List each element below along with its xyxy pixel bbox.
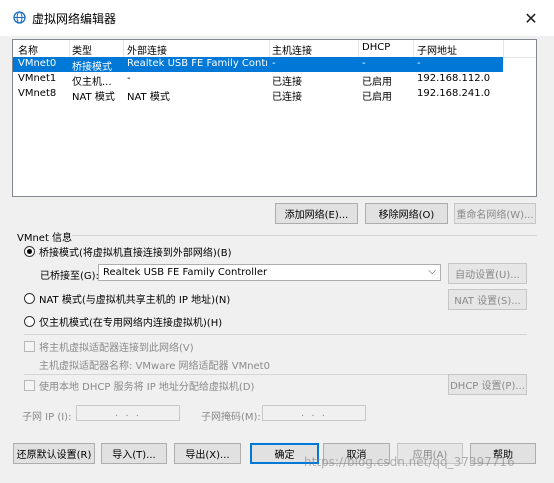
vmnet-info-group-label: VMnet 信息 [17,233,73,244]
cell-dhcp: - [362,58,366,69]
cell-type: NAT 模式 [72,92,115,103]
column-header-type[interactable]: 类型 [72,42,92,57]
subnet-ip-field[interactable]: . . . [76,405,180,421]
bridged-to-select[interactable]: Realtek USB FE Family Controller ⌵ [98,264,441,281]
cell-name: VMnet0 [18,58,57,69]
export-button[interactable]: 导出(X)... [174,443,241,464]
subnet-mask-label: 子网掩码(M): [201,412,261,423]
table-row[interactable]: VMnet8 NAT 模式 NAT 模式 已连接 已启用 192.168.241… [13,87,503,103]
dhcp-checkbox[interactable] [24,380,35,391]
close-button[interactable]: ✕ [519,6,543,30]
cell-host: 已连接 [272,92,302,103]
host-only-radio[interactable] [24,316,35,327]
host-only-label: 仅主机模式(在专用网络内连接虚拟机)(H) [39,318,223,329]
section-divider [24,334,527,335]
column-header-subnet[interactable]: 子网地址 [417,42,457,57]
network-globe-icon [13,11,26,24]
nat-mode-label: NAT 模式(与虚拟机共享主机的 IP 地址)(N) [39,295,231,306]
cell-host: 已连接 [272,77,302,88]
add-network-button[interactable]: 添加网络(E)... [275,203,358,224]
cell-dhcp: 已启用 [362,92,392,103]
column-header-external[interactable]: 外部连接 [127,42,167,57]
network-table[interactable]: 名称 类型 外部连接 主机连接 DHCP 子网地址 VMnet0 桥接模式 Re… [12,39,537,197]
cell-type: 仅主机... [72,77,112,88]
cell-type: 桥接模式 [72,62,112,73]
cell-host: - [272,58,276,69]
watermark-text: https://blog.csdn.net/qq_37397716 [304,455,515,469]
window-title: 虚拟网络编辑器 [32,12,117,26]
cell-subnet: 192.168.241.0 [417,88,491,99]
connect-adapter-label: 将主机虚拟适配器连接到此网络(V) [39,343,194,354]
nat-mode-radio[interactable] [24,293,35,304]
column-header-name[interactable]: 名称 [18,42,38,57]
bridged-mode-label: 桥接模式(将虚拟机直接连接到外部网络)(B) [39,248,232,259]
dhcp-settings-button[interactable]: DHCP 设置(P)... [448,374,527,395]
connect-adapter-checkbox[interactable] [24,341,35,352]
chevron-down-icon: ⌵ [428,266,436,277]
remove-network-button[interactable]: 移除网络(O) [365,203,448,224]
cell-external: Realtek USB FE Family Contro... [127,58,267,69]
rename-network-button[interactable]: 重命名网络(W)... [454,203,536,224]
restore-defaults-button[interactable]: 还原默认设置(R) [13,443,95,464]
table-row[interactable]: VMnet1 仅主机... - 已连接 已启用 192.168.112.0 [13,72,503,88]
cell-name: VMnet1 [18,73,57,84]
cell-subnet: - [417,58,421,69]
bridged-mode-radio[interactable] [24,246,35,257]
nat-settings-button[interactable]: NAT 设置(S)... [448,289,527,310]
cell-dhcp: 已启用 [362,77,392,88]
group-divider [72,235,537,236]
close-icon: ✕ [524,8,538,28]
bridged-to-value: Realtek USB FE Family Controller [103,267,268,278]
subnet-ip-label: 子网 IP (I): [22,412,72,423]
subnet-mask-field[interactable]: . . . [262,405,366,421]
bridged-to-label: 已桥接至(G): [40,271,99,282]
cell-name: VMnet8 [18,88,57,99]
table-header: 名称 类型 外部连接 主机连接 DHCP 子网地址 [13,40,536,58]
cell-external: - [127,73,131,84]
adapter-name-label: 主机虚拟适配器名称: VMware 网络适配器 VMnet0 [39,361,270,372]
cell-external: NAT 模式 [127,92,170,103]
column-header-dhcp[interactable]: DHCP [362,42,390,53]
import-button[interactable]: 导入(T)... [101,443,167,464]
table-row[interactable]: VMnet0 桥接模式 Realtek USB FE Family Contro… [13,57,503,73]
auto-settings-button[interactable]: 自动设置(U)... [448,263,527,284]
column-header-host[interactable]: 主机连接 [272,42,312,57]
dhcp-label: 使用本地 DHCP 服务将 IP 地址分配给虚拟机(D) [39,382,255,393]
cell-subnet: 192.168.112.0 [417,73,491,84]
